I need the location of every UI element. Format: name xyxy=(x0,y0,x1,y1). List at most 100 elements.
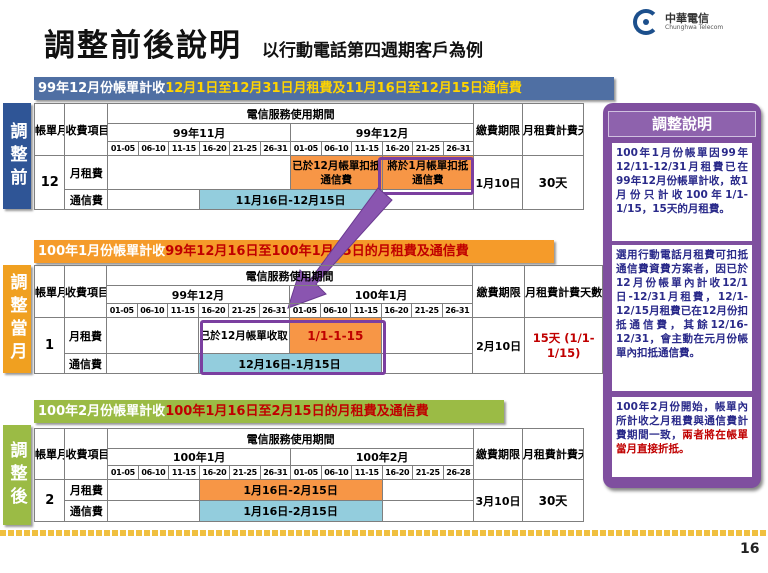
due-value: 1月10日 xyxy=(473,155,523,210)
banner-after-part2: 100年1月16日至2月15日的月租費及通信費 xyxy=(165,404,429,419)
comm-empty xyxy=(107,500,200,522)
header-period: 電信服務使用期間 xyxy=(107,428,475,449)
days-value: 15天 (1/1-1/15) xyxy=(524,317,604,374)
day-range: 16-20 xyxy=(380,303,412,318)
day-range: 26-31 xyxy=(258,303,290,318)
page-title: 調整前後說明 xyxy=(44,28,242,64)
day-range: 11-15 xyxy=(168,141,200,156)
day-range: 16-20 xyxy=(381,141,414,156)
day-range: 26-31 xyxy=(441,303,474,318)
day-range: 06-10 xyxy=(320,141,353,156)
day-range: 11-15 xyxy=(351,465,383,480)
monthly-empty xyxy=(106,317,199,354)
monthly-empty xyxy=(107,155,292,190)
explanation-panel: 調整說明 100年1月份帳單因99年12/11-12/31月租費已在99年12月… xyxy=(603,103,761,488)
day-range: 06-10 xyxy=(136,303,168,318)
bill-month-value: 12 xyxy=(33,155,66,210)
side-label-after: 調整後 xyxy=(3,425,31,525)
item-comm: 通信費 xyxy=(64,189,109,210)
day-range: 01-05 xyxy=(289,303,321,318)
header-period: 電信服務使用期間 xyxy=(105,265,474,286)
header-item: 收費項目 xyxy=(64,265,107,318)
chunghwa-logo: 中華電信 Chunghwa Telecom xyxy=(633,9,733,37)
monthly-period: 1月16日-2月15日 xyxy=(198,479,383,501)
header-item: 收費項目 xyxy=(64,428,109,480)
comm-empty xyxy=(106,353,199,374)
header-due: 繳費期限 xyxy=(472,265,526,318)
note-1: 100年1月份帳單因99年12/11-12/31月租費已在99年12月份帳單計收… xyxy=(612,143,752,241)
side-label-before: 調整前 xyxy=(3,103,31,209)
day-range: 21-25 xyxy=(412,465,444,480)
banner-before-part1: 99年12月份帳單計收 xyxy=(38,81,166,96)
logo-subtitle: Chunghwa Telecom xyxy=(665,24,724,31)
item-monthly: 月租費 xyxy=(64,479,109,501)
banner-current-part1: 100年1月份帳單計收 xyxy=(38,244,166,259)
header-month-a: 99年12月 xyxy=(106,285,290,304)
day-range: 06-10 xyxy=(137,465,170,480)
item-comm: 通信費 xyxy=(64,353,107,374)
day-range: 01-05 xyxy=(106,303,138,318)
header-bill-month: 帳單月份 xyxy=(34,265,65,318)
comm-empty xyxy=(381,500,475,522)
header-period: 電信服務使用期間 xyxy=(107,103,475,124)
monthly-empty xyxy=(380,317,474,354)
header-bill-month: 帳單月份 xyxy=(33,428,66,480)
table-after: 帳單月份 收費項目 電信服務使用期間 繳費期限 月租費計費天數 100年1月 1… xyxy=(33,428,585,522)
page-number: 16 xyxy=(740,541,760,557)
day-range: 21-25 xyxy=(412,141,444,156)
day-range: 21-25 xyxy=(228,303,260,318)
day-range: 11-15 xyxy=(350,303,382,318)
due-value: 3月10日 xyxy=(473,479,523,522)
item-comm: 通信費 xyxy=(64,500,109,522)
day-range: 11-15 xyxy=(351,141,383,156)
banner-after: 100年2月份帳單計收100年1月16日至2月15日的月租費及通信費 xyxy=(34,400,504,423)
header-days: 月租費計費天數 xyxy=(521,428,585,480)
header-item: 收費項目 xyxy=(64,103,109,156)
panel-title: 調整說明 xyxy=(608,111,756,137)
bill-month-value: 2 xyxy=(33,479,66,522)
day-range: 26-31 xyxy=(259,141,292,156)
day-range: 16-20 xyxy=(381,465,414,480)
side-label-current: 調整當月 xyxy=(3,265,31,373)
footer-stripe xyxy=(0,530,768,536)
header-month-b: 100年2月 xyxy=(290,448,475,466)
banner-after-part1: 100年2月份帳單計收 xyxy=(38,404,166,419)
day-range: 21-25 xyxy=(229,465,261,480)
day-range: 26-31 xyxy=(259,465,292,480)
header-bill-month: 帳單月份 xyxy=(33,103,66,156)
banner-before: 99年12月份帳單計收12月1日至12月31日月租費及11月16日至12月15日… xyxy=(34,77,614,100)
comm-empty xyxy=(380,353,474,374)
monthly-empty xyxy=(381,479,475,501)
day-range: 06-10 xyxy=(320,465,353,480)
monthly-empty xyxy=(107,479,200,501)
header-month-a: 100年1月 xyxy=(107,448,292,466)
highlight-box-current xyxy=(200,320,386,375)
note-3: 100年2月份開始，帳單內所計收之月租費與通信費計費期間一致，兩者將在帳單當月直… xyxy=(612,397,752,477)
banner-before-part2: 12月1日至12月31日月租費及11月16日至12月15日通信費 xyxy=(165,81,522,96)
due-value: 2月10日 xyxy=(472,317,526,374)
day-range: 16-20 xyxy=(198,465,231,480)
day-range: 26-28 xyxy=(442,465,475,480)
comm-empty xyxy=(107,189,200,210)
day-range: 01-05 xyxy=(107,465,139,480)
chunghwa-logo-icon xyxy=(633,9,659,35)
header-due: 繳費期限 xyxy=(473,428,523,480)
day-range: 16-20 xyxy=(197,303,229,318)
bill-month-value: 1 xyxy=(34,317,65,374)
item-monthly: 月租費 xyxy=(64,317,107,354)
header-days: 月租費計費天數 xyxy=(521,103,585,156)
header-due: 繳費期限 xyxy=(473,103,523,156)
day-range: 01-05 xyxy=(290,141,322,156)
day-range: 06-10 xyxy=(319,303,351,318)
day-range: 01-05 xyxy=(107,141,139,156)
days-value: 30天 xyxy=(521,479,585,522)
header-month-a: 99年11月 xyxy=(107,123,292,142)
day-range: 11-15 xyxy=(167,303,199,318)
header-days: 月租費計費天數 xyxy=(524,265,604,318)
comm-period: 1月16日-2月15日 xyxy=(198,500,383,522)
page-subtitle: 以行動電話第四週期客戶為例 xyxy=(262,41,483,61)
day-range: 16-20 xyxy=(198,141,231,156)
day-range: 11-15 xyxy=(168,465,200,480)
item-monthly: 月租費 xyxy=(64,155,109,190)
day-range: 26-31 xyxy=(442,141,475,156)
